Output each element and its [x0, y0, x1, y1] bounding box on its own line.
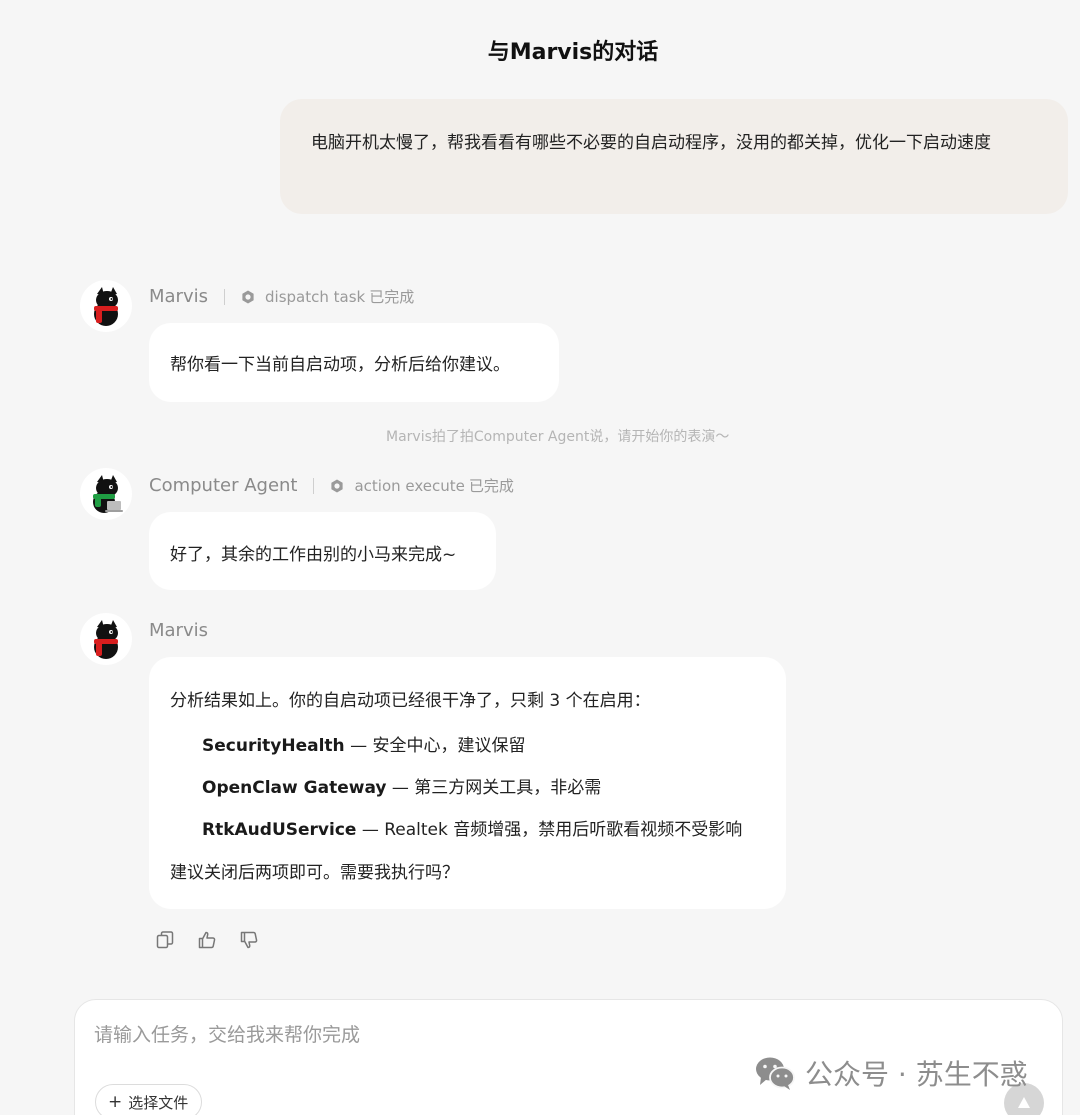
computer-agent-avatar-icon — [93, 475, 123, 513]
task-action: dispatch task — [265, 287, 366, 306]
startup-item-desc: — 安全中心，建议保留 — [344, 736, 526, 756]
arrow-up-icon — [1018, 1097, 1030, 1108]
message-text: 帮你看一下当前自启动项，分析后给你建议。 — [170, 355, 510, 375]
task-action: action execute — [354, 476, 465, 495]
user-message-text: 电脑开机太慢了，帮我看看有哪些不必要的自启动程序，没用的都关掉，优化一下启动速度 — [311, 133, 991, 153]
startup-item: SecurityHealth — 安全中心，建议保留 — [202, 731, 525, 756]
startup-item-name: OpenClaw Gateway — [202, 778, 387, 798]
thumbs-down-icon[interactable] — [239, 930, 259, 950]
task-status: dispatch task 已完成 — [241, 286, 414, 307]
thumbs-up-icon[interactable] — [197, 930, 217, 950]
user-message-bubble: 电脑开机太慢了，帮我看看有哪些不必要的自启动程序，没用的都关掉，优化一下启动速度 — [280, 99, 1068, 214]
sender-name: Marvis — [149, 620, 208, 641]
page-title: 与Marvis的对话 — [487, 40, 659, 65]
startup-item-desc: — 第三方网关工具，非必需 — [386, 778, 602, 798]
marvis-avatar — [80, 280, 132, 332]
agent-message-bubble: 好了，其余的工作由别的小马来完成~ — [149, 512, 496, 590]
task-input[interactable] — [94, 1024, 734, 1046]
analysis-outro: 建议关闭后两项即可。需要我执行吗？ — [170, 863, 459, 883]
agent-message-bubble: 分析结果如上。你的自启动项已经很干净了，只剩 3 个在启用： SecurityH… — [149, 657, 786, 909]
wechat-icon — [756, 1057, 795, 1090]
select-file-label: 选择文件 — [128, 1093, 189, 1112]
startup-item-name: SecurityHealth — [202, 736, 345, 756]
system-note: Marvis拍了拍Computer Agent说，请开始你的表演～ — [386, 429, 730, 445]
watermark-text: 公众号 · 苏生不惑 — [805, 1058, 1028, 1091]
startup-item: OpenClaw Gateway — 第三方网关工具，非必需 — [202, 773, 601, 798]
message-text: 好了，其余的工作由别的小马来完成~ — [170, 545, 457, 565]
startup-item-name: RtkAudUService — [202, 820, 357, 840]
startup-item: RtkAudUService — Realtek 音频增强，禁用后听歌看视频不受… — [202, 815, 742, 840]
gear-icon — [242, 290, 254, 303]
chat-page: 与Marvis的对话 电脑开机太慢了，帮我看看有哪些不必要的自启动程序，没用的都… — [0, 0, 1080, 1115]
marvis-avatar-icon — [94, 287, 118, 326]
meta-divider — [313, 477, 315, 494]
startup-item-desc: — Realtek 音频增强，禁用后听歌看视频不受影响 — [356, 820, 743, 840]
message-meta: Marvis dispatch task 已完成 — [149, 286, 414, 307]
task-status: action execute 已完成 — [330, 475, 514, 496]
gear-icon — [331, 479, 344, 492]
task-state: 已完成 — [468, 477, 514, 495]
copy-icon[interactable] — [155, 930, 175, 950]
plus-icon: + — [108, 1092, 123, 1112]
computer-agent-avatar — [80, 468, 132, 520]
marvis-avatar — [80, 613, 132, 665]
select-file-button[interactable]: + 选择文件 — [95, 1084, 203, 1115]
sender-name: Marvis — [149, 286, 208, 307]
task-state: 已完成 — [369, 288, 415, 306]
message-meta: Marvis — [149, 620, 208, 641]
sender-name: Computer Agent — [149, 475, 298, 496]
message-actions — [155, 930, 259, 950]
watermark: 公众号 · 苏生不惑 — [755, 1053, 1028, 1093]
marvis-avatar-icon — [94, 620, 118, 659]
analysis-intro: 分析结果如上。你的自启动项已经很干净了，只剩 3 个在启用： — [170, 691, 651, 711]
meta-divider — [224, 288, 225, 305]
message-meta: Computer Agent action execute 已完成 — [149, 475, 514, 496]
agent-message-bubble: 帮你看一下当前自启动项，分析后给你建议。 — [149, 323, 559, 402]
